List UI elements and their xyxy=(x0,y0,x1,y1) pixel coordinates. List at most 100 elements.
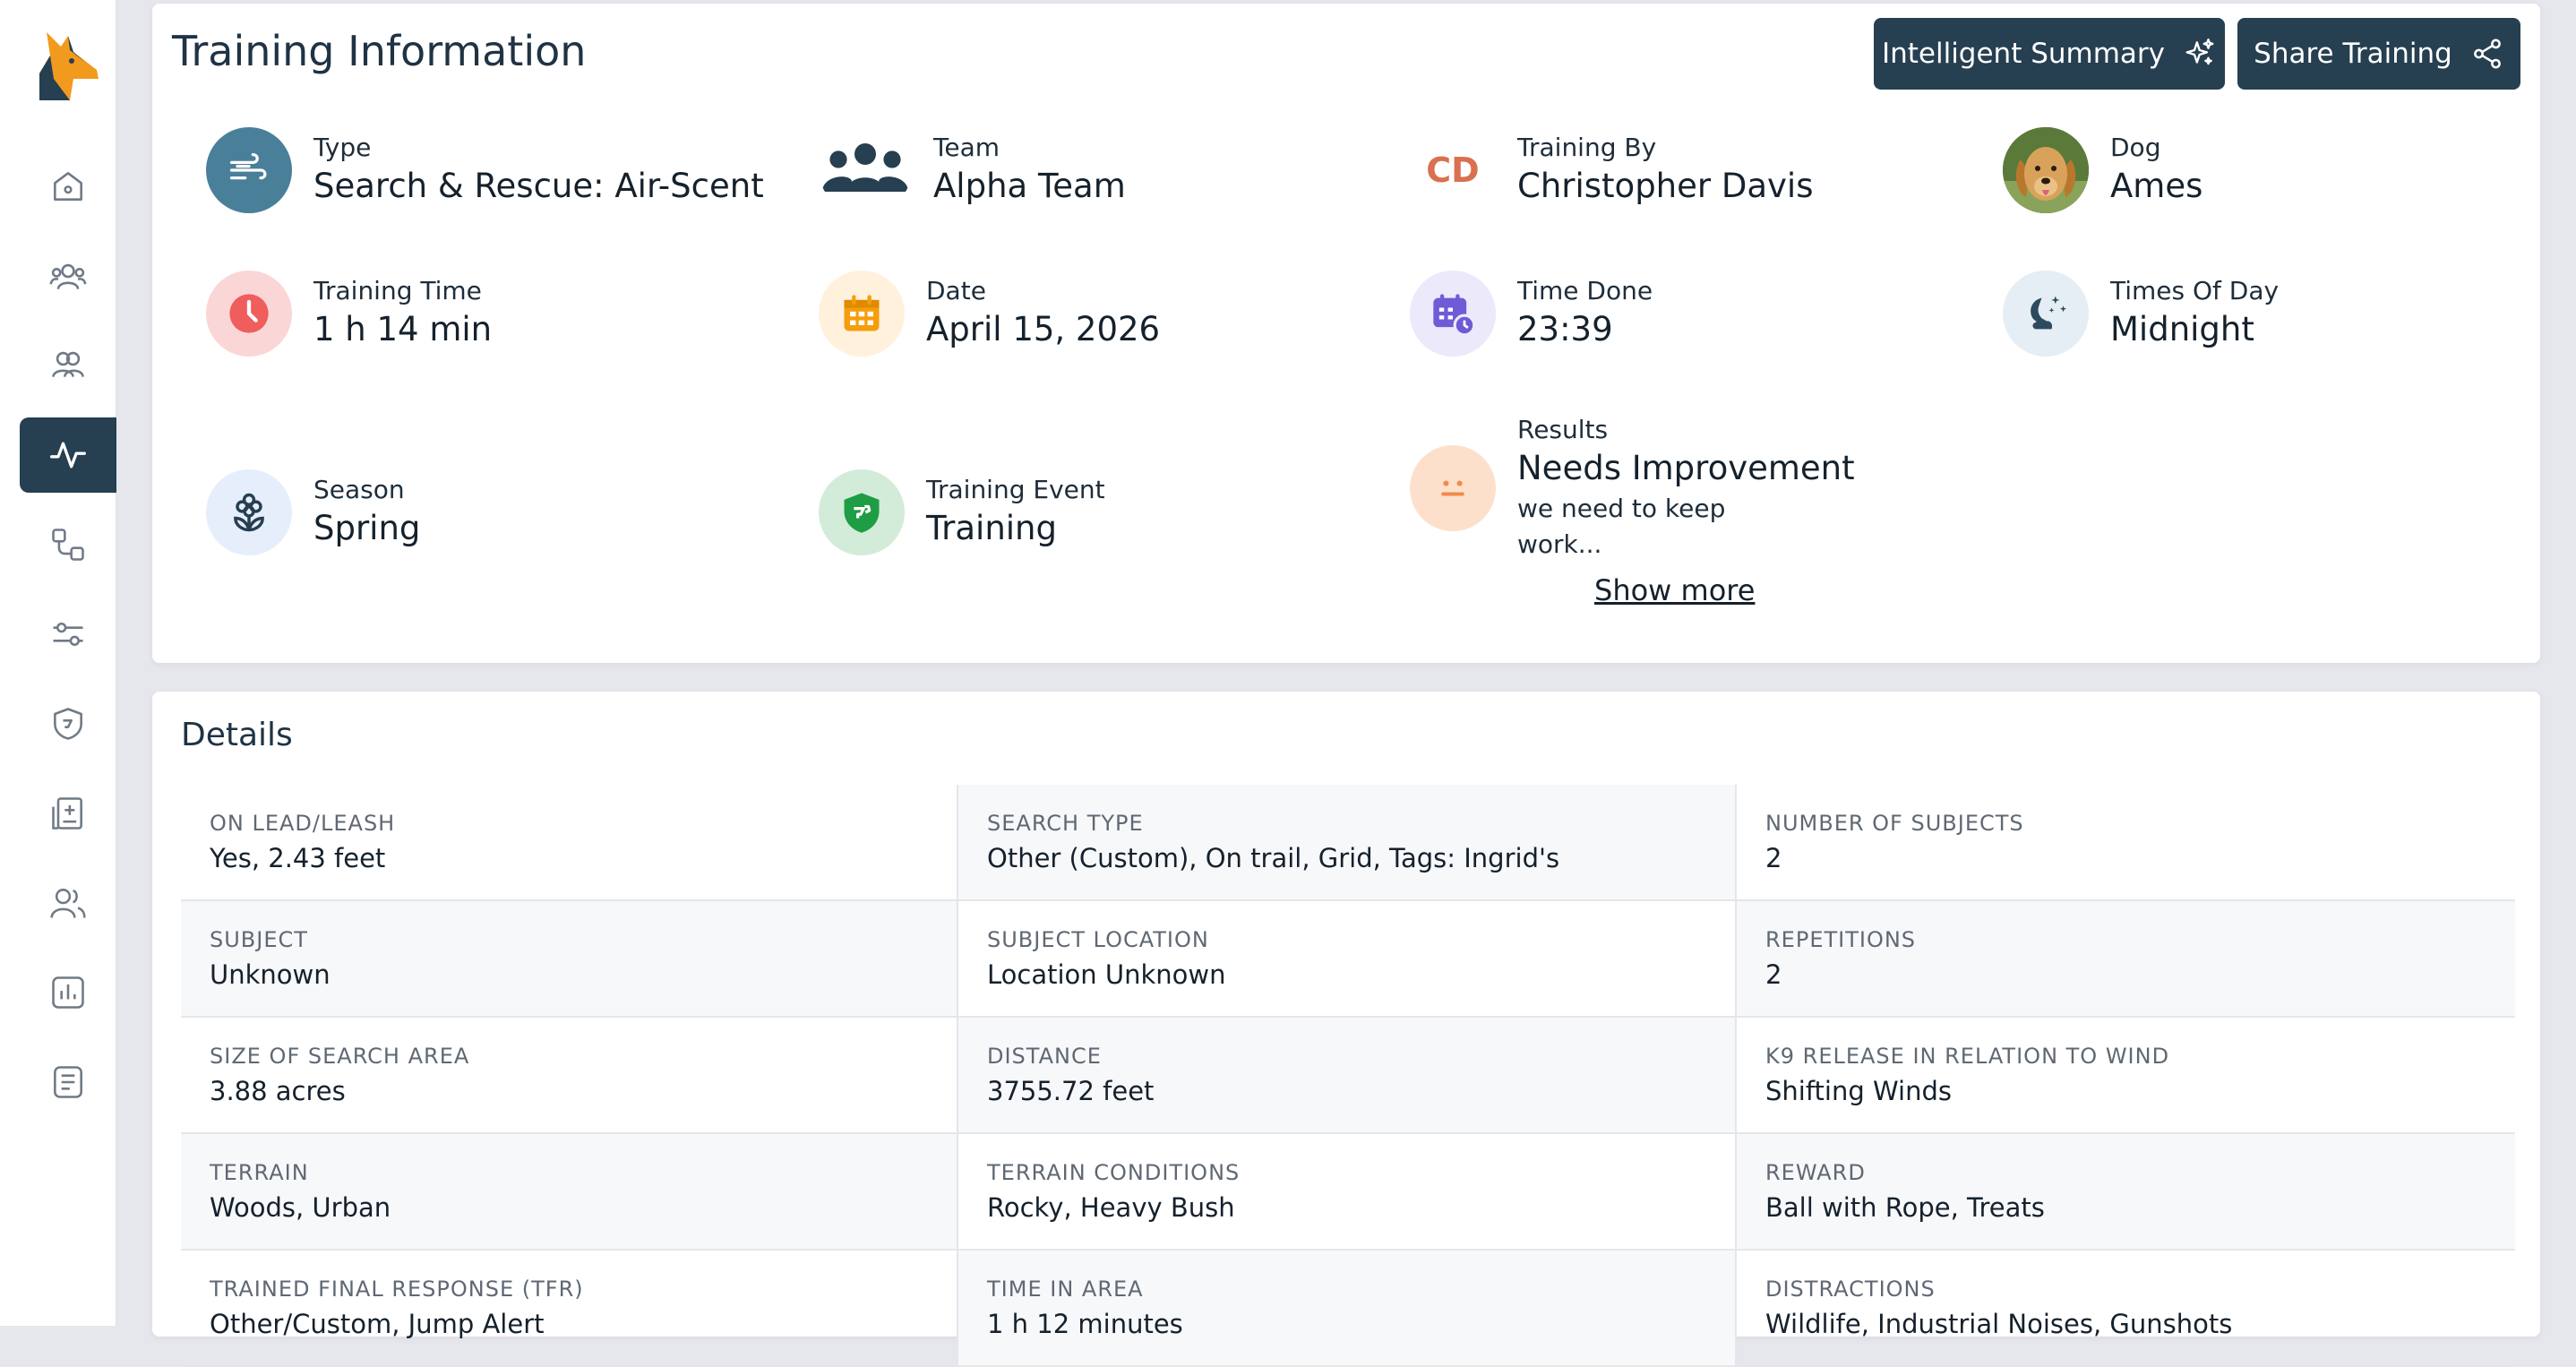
detail-key: TERRAIN CONDITIONS xyxy=(987,1160,1241,1185)
detail-number-of-subjects: NUMBER OF SUBJECTS 2 xyxy=(1737,785,2515,901)
detail-value: Wildlife, Industrial Noises, Gunshots xyxy=(1765,1309,2233,1339)
detail-value: Yes, 2.43 feet xyxy=(210,843,386,873)
flower-icon xyxy=(206,469,292,555)
info-team: Team Alpha Team xyxy=(819,127,1126,213)
calendar-clock-icon xyxy=(1410,271,1496,357)
dog-value: Ames xyxy=(2110,167,2203,205)
detail-on-lead: ON LEAD/LEASH Yes, 2.43 feet xyxy=(181,785,958,901)
detail-reward: REWARD Ball with Rope, Treats xyxy=(1737,1134,2515,1251)
notes-icon xyxy=(54,1066,82,1098)
activity-icon xyxy=(50,442,86,469)
settings-sliders-icon xyxy=(53,622,83,647)
times-of-day-label: Times Of Day xyxy=(2110,276,2280,305)
sidebar-item-teams[interactable] xyxy=(20,326,116,401)
sidebar-item-notes[interactable] xyxy=(20,1045,116,1120)
reports-chart-icon xyxy=(52,976,84,1009)
dog-label: Dog xyxy=(2110,133,2161,162)
info-trainer: CD Training By Christopher Davis xyxy=(1410,127,1814,213)
detail-key: SUBJECT xyxy=(210,927,308,952)
training-time-value: 1 h 14 min xyxy=(313,310,493,348)
results-label: Results xyxy=(1517,415,1609,444)
share-training-label: Share Training xyxy=(2254,38,2452,70)
detail-value: 3.88 acres xyxy=(210,1076,346,1106)
detail-value: Other (Custom), On trail, Grid, Tags: In… xyxy=(987,843,1560,873)
times-of-day-value: Midnight xyxy=(2110,310,2254,348)
detail-key: SEARCH TYPE xyxy=(987,811,1144,836)
info-training-time: Training Time 1 h 14 min xyxy=(206,271,492,357)
season-value: Spring xyxy=(313,509,421,547)
detail-distance: DISTANCE 3755.72 feet xyxy=(958,1018,1737,1134)
training-event-value: Training xyxy=(926,509,1057,547)
sidebar-item-home[interactable] xyxy=(20,149,116,224)
show-more-link[interactable]: Show more xyxy=(1594,573,1755,607)
detail-key: REPETITIONS xyxy=(1765,927,1917,952)
detail-repetitions: REPETITIONS 2 xyxy=(1737,901,2515,1018)
detail-trained-final-response: TRAINED FINAL RESPONSE (TFR) Other/Custo… xyxy=(181,1251,958,1367)
sidebar-item-settings[interactable] xyxy=(20,597,116,672)
medical-record-icon xyxy=(52,797,82,830)
type-label: Type xyxy=(313,133,372,162)
share-icon xyxy=(2473,39,2501,69)
sidebar-item-workflow[interactable] xyxy=(20,507,116,582)
dog-avatar[interactable] xyxy=(2003,127,2089,213)
trainer-avatar: CD xyxy=(1410,127,1496,213)
detail-key: TRAINED FINAL RESPONSE (TFR) xyxy=(210,1277,584,1302)
detail-value: Rocky, Heavy Bush xyxy=(987,1192,1235,1223)
sidebar-item-users-group[interactable] xyxy=(20,238,116,314)
night-moon-icon xyxy=(2003,271,2089,357)
detail-k9-release-wind: K9 RELEASE IN RELATION TO WIND Shifting … xyxy=(1737,1018,2515,1134)
sidebar-item-people[interactable] xyxy=(20,865,116,941)
sidebar-item-badge[interactable] xyxy=(20,686,116,761)
workflow-icon xyxy=(52,529,84,561)
sidebar-item-activity[interactable] xyxy=(20,417,116,493)
share-training-button[interactable]: Share Training xyxy=(2237,18,2520,90)
teams-icon xyxy=(52,351,84,378)
info-training-event: Training Event Training xyxy=(819,469,1105,555)
detail-value: Woods, Urban xyxy=(210,1192,391,1223)
details-title: Details xyxy=(181,717,293,753)
sparkles-icon xyxy=(2185,38,2214,65)
trainer-label: Training By xyxy=(1517,133,1657,162)
detail-time-in-area: TIME IN AREA 1 h 12 minutes xyxy=(958,1251,1737,1367)
season-label: Season xyxy=(313,475,405,504)
detail-search-type: SEARCH TYPE Other (Custom), On trail, Gr… xyxy=(958,785,1737,901)
detail-key: SUBJECT LOCATION xyxy=(987,927,1209,952)
sidebar-item-medical[interactable] xyxy=(20,776,116,851)
detail-subject-location: SUBJECT LOCATION Location Unknown xyxy=(958,901,1737,1018)
team-icon xyxy=(819,127,912,213)
detail-key: TIME IN AREA xyxy=(987,1277,1144,1302)
detail-value: 2 xyxy=(1765,959,1782,990)
badge-shield-icon xyxy=(54,708,82,740)
info-time-done: Time Done 23:39 xyxy=(1410,271,1653,357)
sidebar xyxy=(0,0,116,1326)
detail-key: NUMBER OF SUBJECTS xyxy=(1765,811,2024,836)
date-value: April 15, 2026 xyxy=(926,310,1161,348)
training-event-label: Training Event xyxy=(926,475,1105,504)
training-info-card: Training Information Intelligent Summary… xyxy=(152,4,2540,663)
users-group-icon xyxy=(49,263,87,290)
sidebar-item-reports[interactable] xyxy=(20,955,116,1030)
team-value: Alpha Team xyxy=(933,167,1126,205)
app-logo[interactable] xyxy=(34,29,102,102)
detail-subject: SUBJECT Unknown xyxy=(181,901,958,1018)
wind-icon xyxy=(206,127,292,213)
home-icon xyxy=(54,172,82,201)
results-note: we need to keep work... xyxy=(1517,494,1726,559)
people-icon xyxy=(50,889,86,918)
trainer-value: Christopher Davis xyxy=(1517,167,1814,205)
calendar-icon xyxy=(819,271,905,357)
intelligent-summary-label: Intelligent Summary xyxy=(1881,38,2166,70)
training-time-label: Training Time xyxy=(313,276,482,305)
detail-terrain: TERRAIN Woods, Urban xyxy=(181,1134,958,1251)
detail-key: DISTANCE xyxy=(987,1044,1102,1069)
detail-value: 1 h 12 minutes xyxy=(987,1309,1183,1339)
time-done-value: 23:39 xyxy=(1517,310,1613,348)
intelligent-summary-button[interactable]: Intelligent Summary xyxy=(1874,18,2225,90)
results-value: Needs Improvement xyxy=(1517,449,1855,487)
detail-value: Shifting Winds xyxy=(1765,1076,1952,1106)
detail-key: ON LEAD/LEASH xyxy=(210,811,396,836)
info-season: Season Spring xyxy=(206,469,420,555)
time-done-label: Time Done xyxy=(1517,276,1653,305)
detail-distractions: DISTRACTIONS Wildlife, Industrial Noises… xyxy=(1737,1251,2515,1367)
info-type: Type Search & Rescue: Air-Scent xyxy=(206,127,764,213)
